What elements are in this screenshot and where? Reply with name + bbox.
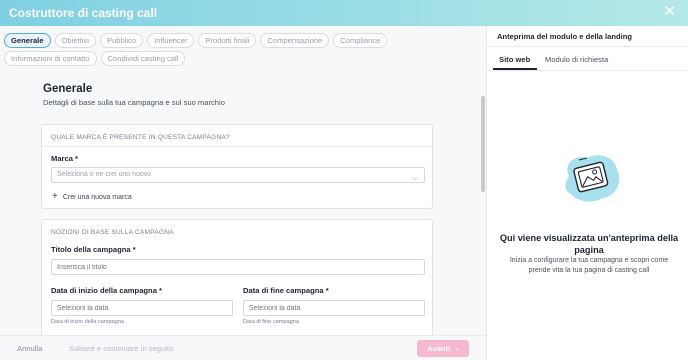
end-date-input[interactable]	[243, 300, 425, 316]
tab-compensazione[interactable]: Compensazione	[260, 33, 330, 48]
brand-card: QUALE MARCA È PRESENTE IN QUESTA CAMPAGN…	[41, 124, 433, 209]
start-date-input[interactable]	[51, 300, 233, 316]
preview-empty-title: Qui viene visualizzata un'anteprima dell…	[499, 233, 679, 255]
chevron-right-icon: ›	[456, 344, 459, 353]
next-button[interactable]: Avanti ›	[417, 340, 469, 357]
preview-panel: Anteprima del modulo e della landing Sit…	[486, 26, 688, 360]
tab-generale[interactable]: Generale	[4, 33, 51, 48]
campaign-card-heading: NOZIONI DI BASE SULLA CAMPAGNA	[51, 229, 174, 236]
campaign-title-input[interactable]	[51, 259, 425, 275]
image-preview-icon	[565, 155, 620, 202]
builder-panel: Generale Obiettivi Pubblico Influencer P…	[0, 26, 486, 360]
add-brand-button[interactable]: + Crei una nuova marca	[52, 192, 132, 202]
campaign-basics-card: NOZIONI DI BASE SULLA CAMPAGNA Titolo de…	[41, 219, 433, 335]
campaign-title-label: Titolo della campagna *	[51, 245, 136, 254]
tab-obiettivi[interactable]: Obiettivi	[54, 33, 96, 48]
add-brand-label: Crei una nuova marca	[62, 193, 132, 201]
tab-influencer[interactable]: Influencer	[147, 33, 195, 48]
start-date-hint: Data di inizio della campagna	[51, 319, 125, 325]
brand-select-placeholder: Seleziona o ne crei uno nuovo	[57, 171, 152, 178]
tab-informazioni-di-contatto[interactable]: Informazioni di contatto	[4, 51, 97, 66]
scrollbar[interactable]	[481, 96, 485, 192]
preview-title: Anteprima del modulo e della landing	[497, 32, 633, 41]
section-title: Generale	[43, 83, 93, 95]
card-divider	[42, 146, 432, 147]
brand-label: Marca *	[51, 154, 79, 163]
window-header: Costruttore di casting call ✕	[0, 0, 688, 26]
tab-modulo-di-richiesta[interactable]: Modulo di richiesta	[545, 55, 608, 64]
tab-pubblico[interactable]: Pubblico	[99, 33, 144, 48]
close-icon[interactable]: ✕	[663, 4, 676, 20]
window-title: Costruttore di casting call	[9, 6, 158, 20]
tab-prodotti-finali[interactable]: Prodotti finali	[198, 33, 257, 48]
step-tabs: Generale Obiettivi Pubblico Influencer P…	[4, 33, 474, 66]
next-button-label: Avanti	[427, 344, 451, 353]
preview-divider	[487, 46, 688, 47]
start-date-label: Data di inizio della campagna *	[51, 286, 162, 295]
preview-empty-subtitle: Inizia a configurare la tua campagna e s…	[509, 257, 669, 274]
end-date-label: Data di fine campagna *	[243, 286, 329, 295]
tab-sito-web[interactable]: Sito web	[499, 55, 530, 64]
brand-card-heading: QUALE MARCA È PRESENTE IN QUESTA CAMPAGN…	[51, 134, 230, 141]
tab-compliance[interactable]: Compliance	[333, 33, 388, 48]
preview-tabs-divider	[487, 70, 688, 71]
footer-bar: Annulla Salvare e continuare in seguito …	[0, 335, 486, 360]
plus-icon: +	[52, 191, 58, 202]
chevron-down-icon: ⌵	[411, 173, 418, 182]
cancel-button[interactable]: Annulla	[17, 344, 42, 353]
brand-select[interactable]: Seleziona o ne crei uno nuovo ⌵	[51, 167, 425, 183]
form-scroll-area: Generale Dettagli di base sulla tua camp…	[0, 73, 486, 335]
section-subtitle: Dettagli di base sulla tua campagna e su…	[43, 98, 225, 107]
save-continue-later-button[interactable]: Salvare e continuare in seguito	[69, 344, 173, 353]
tab-condividi-casting-call[interactable]: Condividi casting call	[100, 51, 186, 66]
end-date-hint: Data di fine campagna	[243, 319, 299, 325]
